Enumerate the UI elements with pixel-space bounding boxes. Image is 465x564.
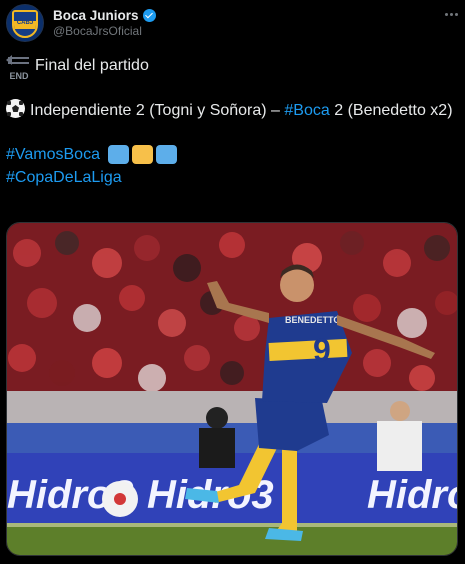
tweet-photo[interactable]: Hidro3 Hidro3 Hidro3 9 BENEDETT <box>6 222 458 556</box>
tweet-line-vamos: #VamosBoca <box>6 144 456 165</box>
verified-badge-icon <box>142 8 156 22</box>
end-arrow-icon: END <box>6 54 32 81</box>
jersey-number: 9 <box>313 332 331 368</box>
end-arrow-shape <box>6 54 29 65</box>
author-name-row: Boca Juniors <box>53 7 156 23</box>
tweet-line-copa: #CopaDeLaLiga <box>6 167 456 188</box>
score-text-suffix: 2 (Benedetto x2) <box>329 102 453 119</box>
ad-board-text: Hidro3 <box>367 473 458 517</box>
score-text-prefix: Independiente 2 (Togni y Soñora) – <box>30 102 285 119</box>
crest-text: CABJ <box>16 20 34 26</box>
tweet-line-1: Final del partido <box>35 57 149 74</box>
display-name[interactable]: Boca Juniors <box>53 8 139 23</box>
more-dot-icon <box>444 12 448 16</box>
tweet[interactable]: CABJ Boca Juniors @BocaJrsOficial END Fi… <box>0 0 465 564</box>
more-dot-icon <box>454 12 458 16</box>
club-crest-icon: CABJ <box>12 10 38 38</box>
tweet-line-final: END Final del partido <box>6 54 456 81</box>
jersey-name: BENEDETTO <box>285 315 340 325</box>
more-options-button[interactable] <box>440 5 462 23</box>
more-dot-icon <box>449 12 453 16</box>
soccer-ball-icon <box>6 99 25 118</box>
end-icon-text: END <box>9 70 29 81</box>
tweet-text: END Final del partido Independiente 2 (T… <box>6 54 456 188</box>
hashtag-boca[interactable]: #Boca <box>284 102 329 119</box>
heart-emojis <box>105 145 177 164</box>
yellow-heart-icon <box>131 145 153 164</box>
match-photo: Hidro3 Hidro3 Hidro3 9 BENEDETT <box>7 223 458 555</box>
author-handle[interactable]: @BocaJrsOficial <box>53 24 142 38</box>
blue-heart-icon <box>155 145 177 164</box>
blue-heart-icon <box>107 145 129 164</box>
avatar[interactable]: CABJ <box>6 4 44 42</box>
hashtag-copadelaliga[interactable]: #CopaDeLaLiga <box>6 167 122 188</box>
hashtag-vamosboca[interactable]: #VamosBoca <box>6 144 100 165</box>
tweet-line-score: Independiente 2 (Togni y Soñora) – #Boca… <box>6 99 456 121</box>
